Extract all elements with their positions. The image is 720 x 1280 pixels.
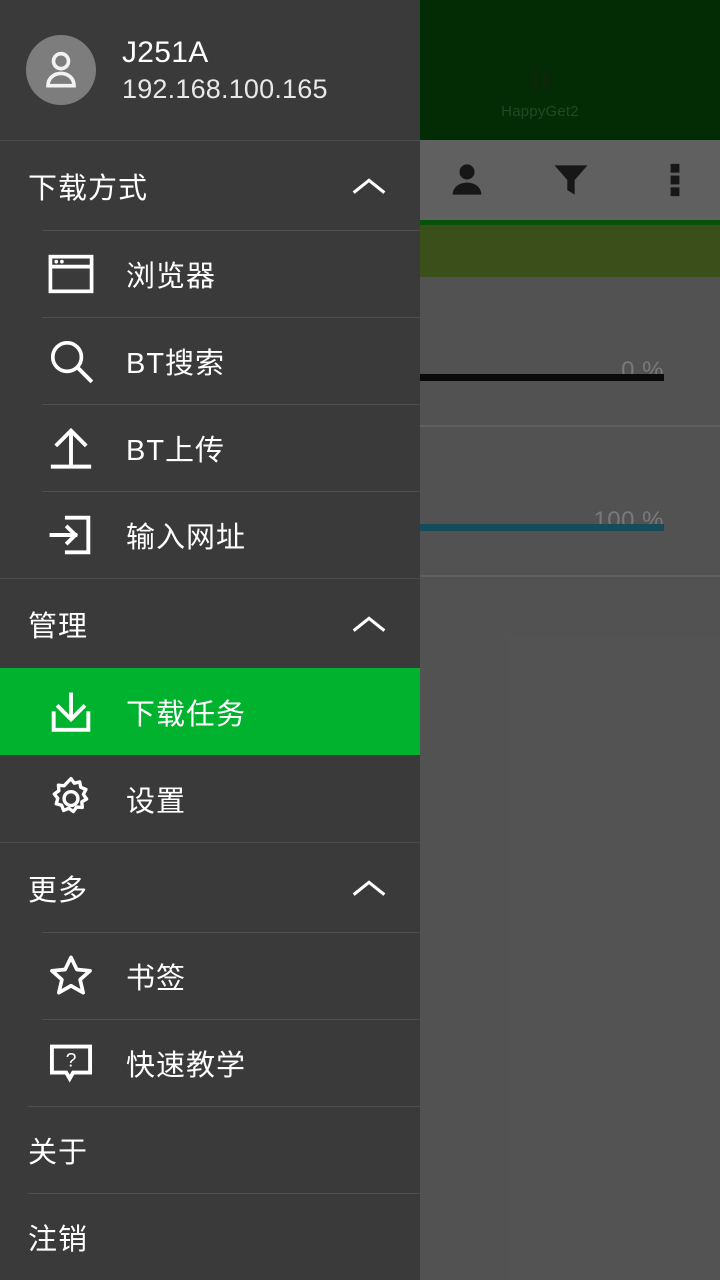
- drawer-item-settings[interactable]: 设置: [0, 755, 420, 842]
- drawer-item-about[interactable]: 关于: [0, 1106, 420, 1193]
- drawer-item-logout[interactable]: 注销: [0, 1193, 420, 1280]
- section-header-download-methods[interactable]: 下载方式: [0, 140, 420, 230]
- section-header-more[interactable]: 更多: [0, 842, 420, 932]
- profile-name: J251A: [122, 35, 209, 69]
- navigation-drawer: J251A 192.168.100.165 下载方式 浏览器 BT搜索 BT上传…: [0, 0, 420, 1280]
- profile-ip: 192.168.100.165: [122, 73, 328, 104]
- drawer-item-download-tasks[interactable]: 下载任务: [0, 668, 420, 755]
- gear-icon: [42, 770, 100, 828]
- drawer-item-bookmarks[interactable]: 书签: [0, 932, 420, 1019]
- user-avatar-icon: [26, 35, 96, 105]
- section-title: 更多: [28, 874, 89, 907]
- drawer-item-label: BT搜索: [126, 347, 226, 380]
- enter-url-icon: [42, 506, 100, 564]
- drawer-item-label: 快速教学: [126, 1049, 247, 1082]
- chevron-up-icon: [352, 878, 386, 898]
- drawer-item-browser[interactable]: 浏览器: [0, 230, 420, 317]
- upload-arrow-icon: [42, 419, 100, 477]
- drawer-item-label: 书签: [126, 962, 187, 995]
- drawer-item-bt-search[interactable]: BT搜索: [0, 317, 420, 404]
- search-icon: [42, 332, 100, 390]
- drawer-item-label: 设置: [126, 785, 187, 818]
- drawer-item-bt-upload[interactable]: BT上传: [0, 404, 420, 491]
- chevron-up-icon: [352, 614, 386, 634]
- drawer-profile-header[interactable]: J251A 192.168.100.165: [0, 0, 420, 140]
- drawer-item-label: BT上传: [126, 434, 226, 467]
- section-title: 管理: [28, 610, 89, 643]
- drawer-item-enter-url[interactable]: 输入网址: [0, 491, 420, 578]
- svg-text:?: ?: [66, 1049, 77, 1071]
- chevron-up-icon: [352, 176, 386, 196]
- app-root: Download HappyGet2: [0, 0, 720, 1280]
- drawer-scrim[interactable]: [420, 0, 720, 1280]
- drawer-item-label: 浏览器: [126, 260, 217, 293]
- drawer-item-label: 注销: [28, 1223, 89, 1256]
- help-bubble-icon: ?: [42, 1034, 100, 1092]
- section-title: 下载方式: [28, 172, 149, 205]
- drawer-item-label: 输入网址: [126, 521, 247, 554]
- drawer-item-label: 关于: [28, 1136, 89, 1169]
- star-icon: [42, 947, 100, 1005]
- section-header-management[interactable]: 管理: [0, 578, 420, 668]
- download-tray-icon: [42, 683, 100, 741]
- drawer-item-label: 下载任务: [126, 698, 247, 731]
- drawer-item-quick-tutorial[interactable]: ? 快速教学: [0, 1019, 420, 1106]
- browser-window-icon: [42, 245, 100, 303]
